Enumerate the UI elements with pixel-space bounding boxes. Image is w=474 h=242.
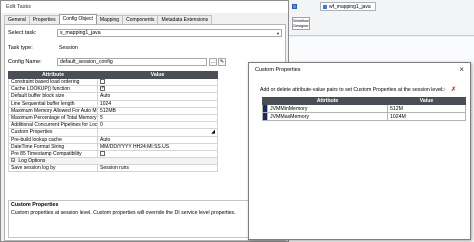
config-browse-button[interactable]: … [209,58,217,66]
description-text: Custom properties at session level. Cust… [11,210,236,216]
workflow-tab-label: wf_mapping1_java [329,4,371,10]
custom-properties-dialog: Custom Properties × Add or delete attrib… [248,62,471,240]
value-cell[interactable]: Auto [97,135,218,144]
description-title: Custom Properties [11,202,59,208]
workflow-designer-button[interactable]: Workflow Designer [292,17,310,30]
table-row-custom-properties[interactable]: Custom Properties ◢ [8,128,218,137]
chevron-down-icon: ▼ [276,31,280,36]
config-name-value: default_session_config [60,59,113,65]
collapse-icon[interactable]: − [11,158,15,163]
tab-components[interactable]: Components [122,15,159,24]
table-row[interactable]: JVMMaxMemory 1024M [262,112,466,121]
attribute-cell: Cache LOOKUP() function [8,85,98,94]
checkbox-checked[interactable] [100,86,105,92]
table-row[interactable]: DateTime Format String MM/DD/YYYY HH24:M… [8,142,218,151]
select-task-dropdown[interactable]: s_mapping1_java ▼ [57,29,282,37]
config-edit-button[interactable]: ✎ [218,58,226,66]
value-cell[interactable]: 1024 [97,99,218,108]
table-row[interactable]: Maximum Percentage of Total Memory … 5 [8,113,218,123]
checkbox[interactable] [100,151,105,157]
task-type-label: Task type: [8,45,33,51]
custom-properties-table: Attribute Value JVMMinMemory 512M JVMMax… [262,97,466,121]
table-row[interactable]: Cache LOOKUP() function [8,85,218,94]
select-task-label: Select task: [8,30,37,36]
tab-config-object[interactable]: Config Object [58,14,97,24]
table-row[interactable]: Pre 85 Timestamp Compatibility [8,149,218,159]
attribute-header: Attribute [267,97,388,105]
log-options-section[interactable]: − Log Options [8,157,218,166]
dialog-title: Edit Tasks [1,1,288,13]
tab-metadata-extensions[interactable]: Metadata Extensions [157,15,213,24]
value-cell[interactable] [97,77,218,87]
table-row[interactable]: Additional Concurrent Pipelines for Loo…… [8,121,218,130]
table-row[interactable]: Save session log by Session runs [8,164,218,173]
tab-bar: General Properties Config Object Mapping… [4,14,213,24]
info-text: Add or delete attribute-value pairs to s… [260,87,444,93]
config-name-field[interactable]: default_session_config [57,58,207,66]
value-header: Value [387,97,466,105]
table-row[interactable]: Line Sequential buffer length 1024 [8,99,218,108]
delete-icon[interactable]: ✗ [451,87,456,93]
attribute-cell: Custom Properties [8,128,98,137]
task-type-value: Session [59,45,78,51]
tab-properties[interactable]: Properties [28,15,60,24]
add-icon[interactable]: ▭ [440,87,446,93]
config-attributes-grid: Attribute Value Constraint based load or… [8,71,218,173]
workflow-tab[interactable]: wf_mapping1_java [320,2,376,11]
value-cell[interactable]: 0 [97,121,218,130]
attribute-header: Attribute [8,71,98,79]
value-cell[interactable]: ◢ [97,128,218,137]
value-cell[interactable]: 5 [97,113,218,123]
attribute-cell[interactable]: JVMMaxMemory [267,112,388,121]
workflow-icon [323,5,327,9]
close-icon[interactable]: × [459,63,464,77]
attribute-cell: Line Sequential buffer length [8,99,98,108]
edit-tasks-dialog: Edit Tasks General Properties Config Obj… [0,0,289,242]
table-row[interactable]: Pre-build lookup cache Auto [8,135,218,144]
attribute-cell: Additional Concurrent Pipelines for Loo… [8,121,98,130]
attribute-cell: Default buffer block size [8,92,98,101]
table-row[interactable]: JVMMinMemory 512M [262,104,466,113]
tab-mapping[interactable]: Mapping [95,15,124,24]
value-cell[interactable]: 1024M [387,112,466,121]
table-row[interactable]: Default buffer block size Auto [8,92,218,101]
attribute-cell: Maximum Percentage of Total Memory … [8,113,98,123]
dialog-title: Custom Properties [255,67,301,73]
edit-arrow-icon[interactable]: ◢ [211,130,215,135]
attribute-cell: DateTime Format String [8,142,98,151]
table-row[interactable]: Maximum Memory Allowed For Auto M… 512MB [8,106,218,115]
section-header[interactable]: − Log Options [8,157,218,166]
value-cell[interactable] [97,85,218,94]
value-cell[interactable]: Session runs [97,164,218,173]
attribute-cell: Maximum Memory Allowed For Auto M… [8,106,98,115]
attribute-cell: Pre-build lookup cache [8,135,98,144]
toolbar-strip: Workflow Designer wf_mapping1_java [278,0,474,36]
tab-general[interactable]: General [4,15,30,24]
checkbox[interactable] [100,79,105,85]
value-cell[interactable]: MM/DD/YYYY HH24:MI:SS.US [97,142,218,151]
attribute-cell: Pre 85 Timestamp Compatibility [8,149,98,159]
attribute-cell: Save session log by [8,164,98,173]
value-cell[interactable]: 512M [387,104,466,113]
value-cell[interactable] [97,149,218,159]
attribute-cell[interactable]: JVMMinMemory [267,104,388,113]
select-task-value: s_mapping1_java [60,30,101,36]
section-label: Log Options [18,158,46,165]
value-cell[interactable]: 512MB [97,106,218,115]
value-header: Value [97,71,218,79]
description-panel: Custom Properties Custom properties at s… [8,200,284,238]
config-name-label: Config Name: [8,59,42,65]
toolbar-icon[interactable] [292,4,297,9]
config-object-pane: Select task: s_mapping1_java ▼ Task type… [4,24,286,241]
value-cell[interactable]: Auto [97,92,218,101]
attribute-cell: Constraint based load ordering [8,77,98,87]
table-row[interactable]: Constraint based load ordering [8,77,218,87]
